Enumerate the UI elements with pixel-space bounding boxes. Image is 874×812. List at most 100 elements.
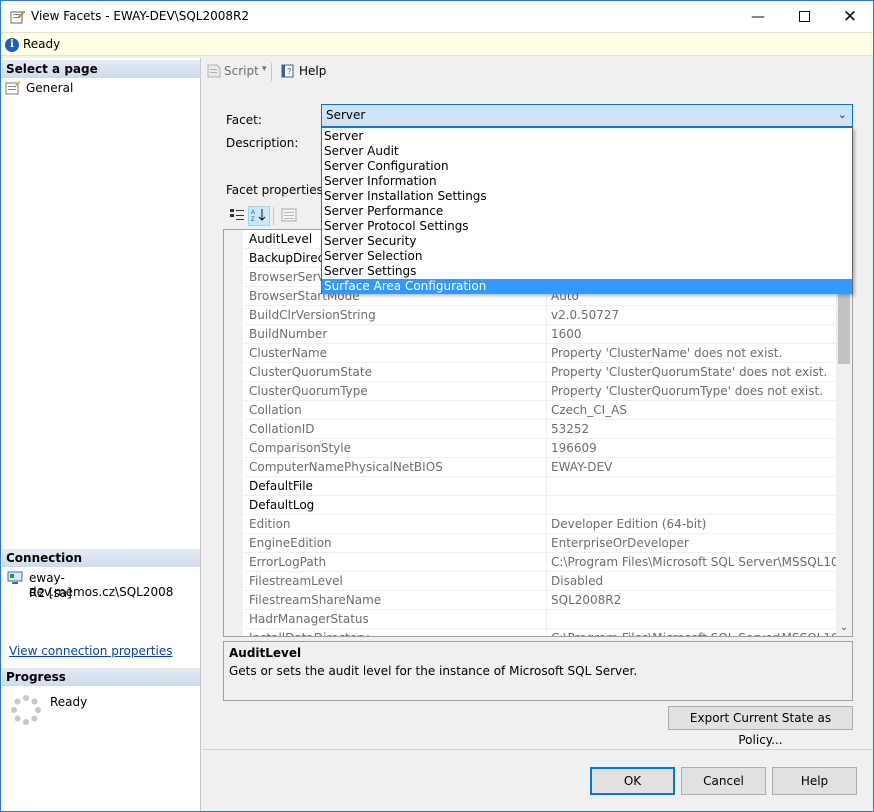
properties-page-icon — [5, 80, 21, 99]
property-value: C:\Program Files\Microsoft SQL Server\MS… — [551, 555, 851, 569]
property-name: ClusterQuorumType — [249, 384, 368, 398]
property-row[interactable]: DefaultLog — [243, 496, 836, 515]
facet-select[interactable]: Server ⌄ — [321, 104, 853, 127]
footer-divider — [202, 749, 873, 750]
sort-divider — [273, 207, 274, 225]
chevron-down-icon: ⌄ — [837, 108, 847, 121]
ok-button[interactable]: OK — [590, 767, 675, 795]
progress-header: Progress — [2, 668, 200, 686]
column-separator — [546, 496, 547, 515]
close-button[interactable]: ✕ — [827, 1, 873, 32]
column-separator — [546, 534, 547, 553]
script-label: Script — [224, 64, 259, 78]
property-name: DefaultLog — [249, 498, 315, 512]
scroll-down-icon[interactable]: ⌄ — [837, 622, 851, 633]
property-row[interactable]: FilestreamShareName SQL2008R2 — [243, 591, 836, 610]
help-book-icon: ? — [280, 63, 296, 82]
alphabetical-sort-button[interactable]: AZ — [248, 206, 270, 226]
cancel-button[interactable]: Cancel — [681, 767, 766, 795]
property-value: 1600 — [551, 327, 582, 341]
help-toolbar-button[interactable]: ? Help — [280, 63, 330, 81]
close-icon: ✕ — [842, 6, 858, 27]
connection-header: Connection — [2, 549, 200, 567]
column-separator — [546, 572, 547, 591]
property-row[interactable]: CollationID 53252 — [243, 420, 836, 439]
property-description-title: AuditLevel — [229, 646, 302, 660]
property-value: 196609 — [551, 441, 597, 455]
property-value: v2.0.50727 — [551, 308, 620, 322]
property-name: FilestreamLevel — [249, 574, 343, 588]
view-connection-properties-link[interactable]: View connection properties — [9, 644, 172, 658]
export-policy-button[interactable]: Export Current State as Policy... — [668, 706, 853, 747]
status-bar: i Ready — [1, 32, 873, 56]
property-row[interactable]: FilestreamLevel Disabled — [243, 572, 836, 591]
column-separator — [546, 553, 547, 572]
property-row[interactable]: BuildClrVersionString v2.0.50727 — [243, 306, 836, 325]
property-row[interactable]: InstallDataDirectory C:\Program Files\Mic… — [243, 629, 851, 636]
property-name: InstallDataDirectory — [249, 631, 369, 636]
dropdown-option[interactable]: Server Configuration — [322, 159, 852, 174]
property-row[interactable]: BuildNumber 1600 — [243, 325, 836, 344]
dropdown-option[interactable]: Server Information — [322, 174, 852, 189]
dropdown-option[interactable]: Server Protocol Settings — [322, 219, 852, 234]
title-bar[interactable]: View Facets - EWAY-DEV\SQL2008R2 — ✕ — [1, 1, 873, 32]
property-pages-button[interactable] — [278, 206, 300, 226]
column-separator — [546, 401, 547, 420]
property-value: SQL2008R2 — [551, 593, 622, 607]
property-name: Edition — [249, 517, 291, 531]
minimize-button[interactable]: — — [735, 1, 781, 32]
categorized-sort-button[interactable] — [226, 206, 248, 226]
property-value: 53252 — [551, 422, 590, 436]
maximize-button[interactable] — [781, 1, 827, 32]
column-separator — [546, 477, 547, 496]
property-row[interactable]: Collation Czech_CI_AS — [243, 401, 836, 420]
property-pages-icon — [281, 208, 297, 225]
property-row[interactable]: EngineEdition EnterpriseOrDeveloper — [243, 534, 836, 553]
column-separator — [546, 458, 547, 477]
facet-dropdown-list[interactable]: Server Server Audit Server Configuration Se… — [321, 127, 853, 294]
property-value: Developer Edition (64-bit) — [551, 517, 707, 531]
page-item-general[interactable]: General — [5, 79, 195, 97]
dropdown-option[interactable]: Surface Area Configuration — [322, 279, 852, 294]
dropdown-option[interactable]: Server Settings — [322, 264, 852, 279]
property-value: Property 'ClusterQuorumState' does not e… — [551, 365, 828, 379]
dropdown-option[interactable]: Server Selection — [322, 249, 852, 264]
categorized-icon — [229, 208, 245, 225]
property-value: Disabled — [551, 574, 604, 588]
column-separator — [546, 610, 547, 629]
chevron-down-icon: ▾ — [262, 64, 267, 74]
progress-spinner-icon — [11, 695, 41, 728]
help-toolbar-label: Help — [299, 64, 327, 78]
property-description-text: Gets or sets the audit level for the ins… — [229, 664, 638, 678]
property-name: BuildNumber — [249, 327, 328, 341]
property-name: Collation — [249, 403, 302, 417]
property-row[interactable]: Edition Developer Edition (64-bit) — [243, 515, 836, 534]
dropdown-option[interactable]: Server Installation Settings — [322, 189, 852, 204]
property-row[interactable]: ErrorLogPath C:\Program Files\Microsoft S… — [243, 553, 851, 572]
maximize-icon — [798, 11, 810, 22]
dropdown-option[interactable]: Server Audit — [322, 144, 852, 159]
info-icon: i — [5, 38, 19, 52]
property-row[interactable]: ComputerNamePhysicalNetBIOS EWAY-DEV — [243, 458, 836, 477]
property-row[interactable]: ComparisonStyle 196609 — [243, 439, 836, 458]
property-row[interactable]: ClusterQuorumType Property 'ClusterQuorum… — [243, 382, 836, 401]
dropdown-option[interactable]: Server Security — [322, 234, 852, 249]
svg-text:A: A — [251, 210, 255, 216]
property-value: Czech_CI_AS — [551, 403, 628, 417]
dropdown-option[interactable]: Server — [322, 129, 852, 144]
toolbar-divider — [271, 63, 272, 81]
dropdown-option[interactable]: Server Performance — [322, 204, 852, 219]
property-row[interactable]: DefaultFile — [243, 477, 836, 496]
property-row[interactable]: HadrManagerStatus — [243, 610, 836, 629]
property-row[interactable]: ClusterName Property 'ClusterName' does n… — [243, 344, 836, 363]
app-icon — [10, 9, 26, 25]
help-button[interactable]: Help — [772, 767, 857, 795]
property-value: Property 'ClusterName' does not exist. — [551, 346, 783, 360]
property-row[interactable]: ClusterQuorumState Property 'ClusterQuoru… — [243, 363, 836, 382]
property-value: EWAY-DEV — [551, 460, 613, 474]
property-name: FilestreamShareName — [249, 593, 382, 607]
column-separator — [546, 420, 547, 439]
column-separator — [546, 629, 547, 636]
property-name: AuditLevel — [249, 232, 313, 246]
select-page-header: Select a page — [2, 60, 200, 78]
